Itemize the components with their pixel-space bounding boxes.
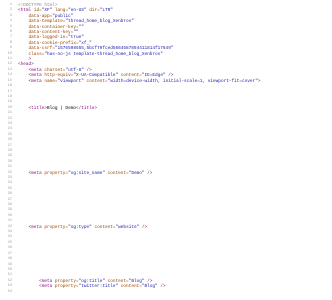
code-token-attr: data-cookie-prefix=: [18, 40, 79, 46]
code-token-tag: </title>: [75, 105, 98, 111]
code-token-val: "XF": [41, 8, 53, 14]
line-number: 54: [7, 289, 12, 294]
code-token-val: "og:title": [78, 278, 105, 284]
code-token-attr: charset=: [44, 67, 66, 73]
source-viewer: 1 2 3 4 5 6 7 8 9 10 11 12 13 14 15 16 17 18 19 20 21 22 23 24 2…: [0, 0, 332, 300]
code-token-attr: http-equiv=: [44, 73, 74, 79]
code-token-tag: <meta: [18, 78, 45, 84]
code-token-val: "width=device-width, initial-scale=1, vi…: [107, 78, 258, 84]
code-token-tag: />: [157, 284, 166, 290]
code-token-attr: data-content-key=: [18, 30, 74, 36]
code-token-val: "xf_": [78, 40, 92, 46]
code-token-val: "public": [52, 13, 74, 19]
code-token-val: "og:site_name": [68, 170, 105, 176]
code-token-tag: <head>: [18, 62, 34, 68]
code-token-attr: data-csrf=: [18, 46, 55, 52]
code-token-text: Blog | Demo: [46, 105, 76, 111]
code-token-val: "website": [115, 224, 140, 230]
code-token-val: "has-no-js template-thread_home_blog_Xen…: [44, 51, 163, 57]
code-token-tag: <meta: [18, 278, 55, 284]
code-token-tag: >: [257, 78, 261, 84]
code-token-val: "IE=Edge": [141, 73, 166, 79]
code-token-tag: />: [165, 73, 174, 79]
code-token-val: "utf-8": [65, 67, 84, 73]
code-token-tag: <meta: [18, 224, 45, 230]
code-token-attr: content=: [107, 170, 129, 176]
code-token-tag: />: [83, 67, 92, 73]
code-token-val: "LTR": [99, 8, 113, 14]
code-token-val: "1576598555,5bcf79fced5664587894411814f1…: [54, 46, 174, 52]
code-token-tag: <meta: [18, 73, 45, 79]
code-token-tag: <meta: [18, 284, 55, 290]
code-token-tag: >: [18, 57, 32, 63]
code-token-tag: />: [139, 224, 148, 230]
source-code: <!DOCTYPE html> <html id="XF" lang="en-US…: [18, 3, 332, 295]
code-token-attr: property=: [44, 170, 69, 176]
code-token-attr: property=: [44, 224, 69, 230]
code-token-attr: lang=: [54, 8, 69, 14]
code-token-comment: <!DOCTYPE html>: [18, 3, 58, 8]
code-token-val: "Blog": [128, 278, 145, 284]
code-token-val: "og:type": [68, 224, 92, 230]
code-token-val: "viewport": [57, 78, 84, 84]
code-token-attr: dir=: [89, 8, 100, 14]
code-token-val: "Blog": [141, 284, 158, 290]
code-token-val: "true": [68, 35, 84, 41]
code-token-attr: data-container-key=: [18, 24, 79, 30]
code-token-val: "Demo": [128, 170, 145, 176]
line-number-gutter: 1 2 3 4 5 6 7 8 9 10 11 12 13 14 15 16 17 18 19 20 21 22 23 24 2…: [0, 3, 13, 295]
code-token-tag: />: [144, 170, 153, 176]
code-token-val: "thread_home_blog_Xenbros": [65, 19, 134, 25]
code-token-tag: <html: [18, 8, 34, 14]
code-token-attr: data-logged-in=: [18, 35, 69, 41]
code-token-attr: content=: [86, 78, 108, 84]
code-token-attr: name=: [44, 78, 58, 84]
code-token-attr: data-template=: [18, 19, 66, 25]
code-token-val: "": [73, 30, 79, 36]
code-token-tag: <meta: [18, 67, 45, 73]
code-token-attr: content=: [94, 224, 116, 230]
code-token-attr: class=: [18, 51, 45, 57]
code-token-attr: data-app=: [18, 13, 53, 19]
code-token-val: "en-US": [68, 8, 87, 14]
code-token-tag: />: [144, 278, 153, 284]
code-token-attr: property=: [54, 284, 79, 290]
code-token-attr: id=: [33, 8, 42, 14]
code-token-tag: <title>: [18, 105, 47, 111]
code-token-attr: content=: [120, 73, 142, 79]
code-token-attr: content=: [107, 278, 129, 284]
code-token-tag: <meta: [18, 170, 45, 176]
code-token-attr: property=: [54, 278, 79, 284]
code-token-val: "twitter:title": [78, 284, 119, 290]
code-token-val: "": [78, 24, 84, 30]
code-token-attr: content=: [120, 284, 142, 290]
code-token-val: "X-UA-Compatible": [73, 73, 119, 79]
